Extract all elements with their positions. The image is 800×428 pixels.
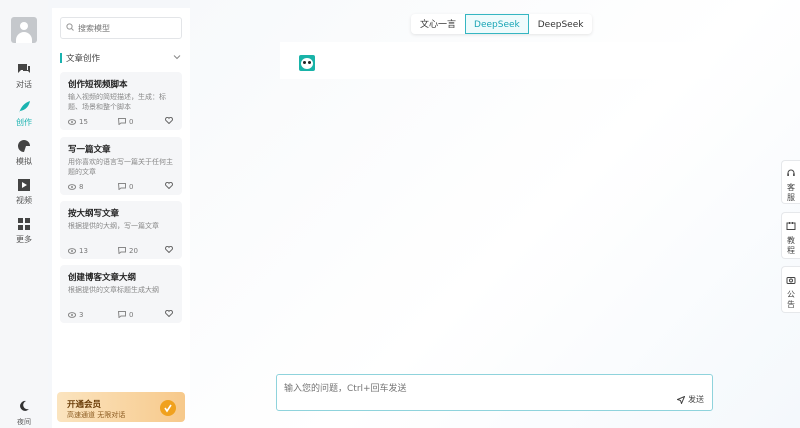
grid-icon [18, 218, 30, 230]
comment-icon [118, 247, 126, 254]
category-title: 文章创作 [66, 54, 101, 64]
nav-item-label: 更多 [16, 235, 32, 244]
nav-item-label: 模拟 [16, 157, 32, 166]
tab-deepseek[interactable]: DeepSeek [529, 14, 593, 34]
send-button[interactable]: 发送 [677, 394, 704, 405]
night-mode-label: 夜间 [17, 418, 31, 426]
views-count: 3 [79, 310, 84, 319]
comment-icon [118, 311, 126, 318]
card-description: 根据提供的大纲，写一篇文章 [68, 222, 159, 230]
eye-icon [68, 247, 76, 254]
model-card[interactable]: 按大纲写文章 根据提供的大纲，写一篇文章 13 20 [60, 201, 182, 259]
model-card[interactable]: 写一篇文章 用你喜欢的语言写一篇关于任何主题的文章 8 0 [60, 137, 182, 195]
comment-icon [118, 118, 126, 125]
category-accent-bar [60, 53, 62, 63]
headset-icon [787, 169, 795, 176]
checkmark-icon [164, 404, 172, 413]
chevron-down-icon [173, 55, 181, 60]
tutorial-icon [786, 222, 796, 230]
nav-item-create[interactable]: 创作 [0, 100, 48, 132]
vip-subtitle: 高速通道 无限对话 [67, 411, 126, 419]
announcement-icon [786, 277, 796, 284]
comments-count: 0 [129, 117, 134, 126]
search-box[interactable] [60, 17, 182, 39]
customer-service-label: 客服 [787, 183, 795, 202]
model-card[interactable]: 创作短视频脚本 输入视频的简短描述，生成：标题、场景和整个脚本 15 0 [60, 72, 182, 130]
eye-icon [68, 118, 76, 125]
message-bubble [280, 42, 710, 79]
model-panel: 文章创作 创作短视频脚本 输入视频的简短描述，生成：标题、场景和整个脚本 15 … [52, 8, 190, 428]
card-description: 根据提供的文章标题生成大纲 [68, 286, 159, 294]
heart-icon[interactable] [165, 182, 173, 189]
comments-count: 20 [129, 246, 138, 255]
card-description: 用你喜欢的语言写一篇关于任何主题的文章 [68, 158, 173, 176]
comments-count: 0 [129, 182, 134, 191]
chat-input-box[interactable]: 发送 [276, 374, 713, 411]
comment-icon [118, 183, 126, 190]
tab-deepseek-active[interactable]: DeepSeek [465, 14, 529, 34]
nav-item-more[interactable]: 更多 [0, 217, 48, 249]
card-title: 创建博客文章大纲 [68, 273, 137, 283]
nav-item-label: 创作 [16, 118, 32, 127]
comments-count: 0 [129, 310, 134, 319]
model-card[interactable]: 创建博客文章大纲 根据提供的文章标题生成大纲 3 0 [60, 265, 182, 323]
model-tabs: 文心一言 DeepSeek DeepSeek [411, 14, 593, 34]
chat-input[interactable] [284, 381, 664, 397]
search-icon [66, 23, 74, 31]
vip-arrow-button[interactable] [160, 400, 176, 416]
feather-icon [19, 101, 30, 113]
views-count: 15 [79, 117, 88, 126]
nav-item-label: 视频 [16, 196, 32, 205]
heart-icon[interactable] [165, 310, 173, 317]
chat-icon [18, 64, 30, 73]
search-input[interactable] [78, 20, 178, 36]
announcement-label: 公告 [787, 290, 795, 309]
vip-title: 开通会员 [67, 400, 102, 410]
views-count: 8 [79, 182, 84, 191]
tutorial-button[interactable]: 教程 [781, 212, 800, 259]
card-description: 输入视频的简短描述，生成：标题、场景和整个脚本 [68, 93, 166, 111]
announcement-button[interactable]: 公告 [781, 266, 800, 313]
views-count: 13 [79, 246, 88, 255]
tutorial-label: 教程 [787, 236, 795, 255]
customer-service-button[interactable]: 客服 [781, 160, 800, 204]
nav-item-video[interactable]: 视频 [0, 178, 48, 210]
card-title: 创作短视频脚本 [68, 80, 128, 90]
vip-banner[interactable]: 开通会员 高速通道 无限对话 [57, 392, 185, 422]
heart-icon[interactable] [165, 117, 173, 124]
avatar[interactable] [11, 17, 37, 43]
night-mode-toggle[interactable]: 夜间 [10, 400, 38, 427]
simulate-icon [18, 140, 30, 152]
bot-avatar [299, 55, 315, 71]
left-nav: 对话 创作 模拟 视频 更多 夜间 [0, 0, 48, 428]
card-title: 按大纲写文章 [68, 209, 120, 219]
eye-icon [68, 311, 76, 318]
nav-item-simulate[interactable]: 模拟 [0, 139, 48, 171]
nav-item-chat[interactable]: 对话 [0, 62, 48, 94]
send-label: 发送 [688, 395, 704, 404]
heart-icon[interactable] [165, 246, 173, 253]
category-header[interactable]: 文章创作 [60, 52, 182, 64]
eye-icon [68, 183, 76, 190]
moon-icon [20, 400, 29, 411]
card-title: 写一篇文章 [68, 145, 111, 155]
nav-item-label: 对话 [16, 80, 32, 89]
tab-wenxin[interactable]: 文心一言 [411, 14, 465, 34]
send-icon [677, 395, 685, 404]
video-icon [18, 179, 30, 191]
